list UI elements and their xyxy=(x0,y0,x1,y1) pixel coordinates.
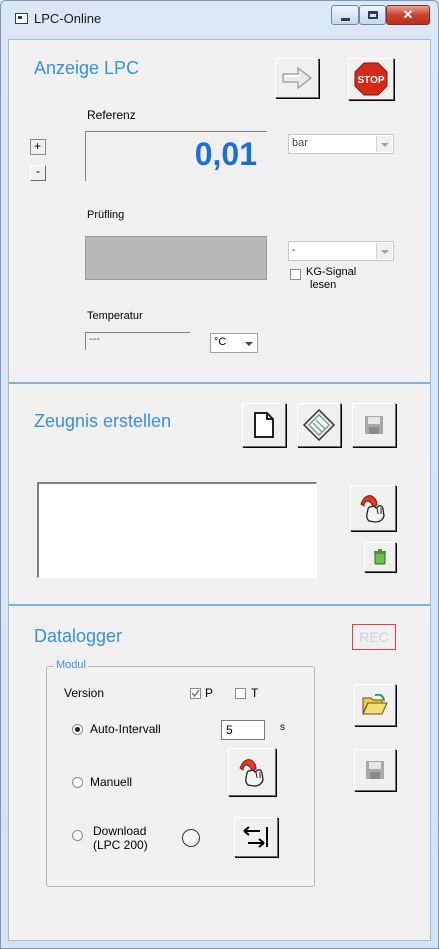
temperatur-unit-value: °C xyxy=(214,336,227,348)
title-bar[interactable]: LPC-Online ✕ xyxy=(1,1,438,39)
referenz-label: Referenz xyxy=(87,108,136,122)
download-radio[interactable] xyxy=(72,830,83,841)
manual-trigger-button[interactable] xyxy=(228,748,276,796)
open-folder-button[interactable] xyxy=(354,684,396,726)
temperatur-unit-select[interactable]: °C xyxy=(210,333,258,353)
version-p-checkbox[interactable] xyxy=(190,688,201,699)
checkmark-icon xyxy=(191,689,200,698)
delete-entry-button[interactable] xyxy=(364,542,396,572)
maximize-button[interactable] xyxy=(359,5,386,25)
close-button[interactable]: ✕ xyxy=(386,5,430,25)
client-area: Anzeige LPC STOP Referenz + - 0,01 bar P… xyxy=(8,39,431,941)
pruefling-label: Prüfling xyxy=(87,209,125,221)
manuell-radio[interactable] xyxy=(72,777,83,788)
floppy-disk-icon xyxy=(366,761,384,779)
download-label-line2: (LPC 200) xyxy=(93,838,148,852)
version-p-label: P xyxy=(205,686,214,700)
kg-signal-label: KG-Signal lesen xyxy=(306,266,356,292)
section-divider xyxy=(9,604,430,606)
pruefling-unit-value: - xyxy=(292,244,296,256)
version-label: Version xyxy=(64,686,105,700)
minus-icon: - xyxy=(36,164,40,178)
close-icon: ✕ xyxy=(402,7,414,22)
pruefling-display xyxy=(85,236,267,280)
chevron-down-icon xyxy=(241,335,256,351)
new-document-icon xyxy=(254,412,274,438)
referenz-unit-value: bar xyxy=(292,137,308,149)
stop-sign-icon: STOP xyxy=(354,62,388,96)
version-t-checkbox[interactable] xyxy=(235,688,246,699)
save-certificate-button[interactable] xyxy=(352,403,396,447)
hand-pointer-icon xyxy=(239,759,264,787)
arrow-right-icon xyxy=(282,66,313,90)
forward-arrow-button[interactable] xyxy=(275,58,319,98)
section-title-zeugnis: Zeugnis erstellen xyxy=(34,411,172,431)
download-status-indicator xyxy=(182,829,200,847)
auto-intervall-radio[interactable] xyxy=(72,724,83,735)
temperatur-value: --- xyxy=(85,332,190,350)
download-label: Download (LPC 200) xyxy=(93,824,148,852)
manual-hand-button[interactable] xyxy=(350,485,396,531)
section-divider xyxy=(9,382,430,384)
floppy-disk-icon xyxy=(365,416,383,434)
certificate-list[interactable] xyxy=(37,482,317,578)
kg-signal-label-line2: lesen xyxy=(310,279,337,291)
manuell-label: Manuell xyxy=(90,775,133,789)
maximize-icon xyxy=(368,11,378,19)
stop-button[interactable]: STOP xyxy=(348,58,394,100)
app-window-icon xyxy=(15,13,28,24)
kg-signal-label-line1: KG-Signal xyxy=(306,266,357,278)
zoom-plus-button[interactable]: + xyxy=(30,139,46,155)
new-document-button[interactable] xyxy=(242,403,286,447)
download-label-line1: Download xyxy=(93,824,147,838)
auto-intervall-label: Auto-Intervall xyxy=(90,722,161,736)
modul-legend: Modul xyxy=(54,659,88,671)
section-title-datalogger: Datalogger xyxy=(34,626,123,646)
trash-icon xyxy=(374,549,386,565)
referenz-value: 0,01 xyxy=(194,136,257,172)
zoom-minus-button[interactable]: - xyxy=(30,164,46,181)
interval-unit: s xyxy=(280,722,285,733)
open-folder-icon xyxy=(362,694,388,715)
svg-text:STOP: STOP xyxy=(357,75,384,86)
plus-icon: + xyxy=(34,139,42,153)
referenz-display: 0,01 xyxy=(85,131,267,181)
rec-button[interactable]: REC xyxy=(352,624,396,650)
minimize-button[interactable] xyxy=(331,5,359,25)
certificate-button[interactable] xyxy=(297,403,341,447)
minimize-icon xyxy=(341,18,350,21)
certificate-icon xyxy=(302,408,336,442)
transfer-arrows-icon xyxy=(243,826,268,848)
pruefling-unit-select[interactable]: - xyxy=(288,241,394,261)
version-t-label: T xyxy=(251,686,259,700)
chevron-down-icon xyxy=(376,136,392,152)
interval-input[interactable]: 5 xyxy=(221,720,265,740)
save-log-button[interactable] xyxy=(354,749,396,791)
window-title: LPC-Online xyxy=(34,11,102,26)
kg-signal-checkbox[interactable] xyxy=(290,269,301,280)
referenz-unit-select[interactable]: bar xyxy=(288,134,394,154)
chevron-down-icon xyxy=(376,243,392,259)
hand-pointer-icon xyxy=(360,495,385,523)
section-title-anzeige: Anzeige LPC xyxy=(34,58,140,78)
temperatur-label: Temperatur xyxy=(87,310,143,322)
download-transfer-button[interactable] xyxy=(234,817,278,857)
app-window: LPC-Online ✕ Anzeige LPC STOP Referenz +… xyxy=(0,0,439,949)
